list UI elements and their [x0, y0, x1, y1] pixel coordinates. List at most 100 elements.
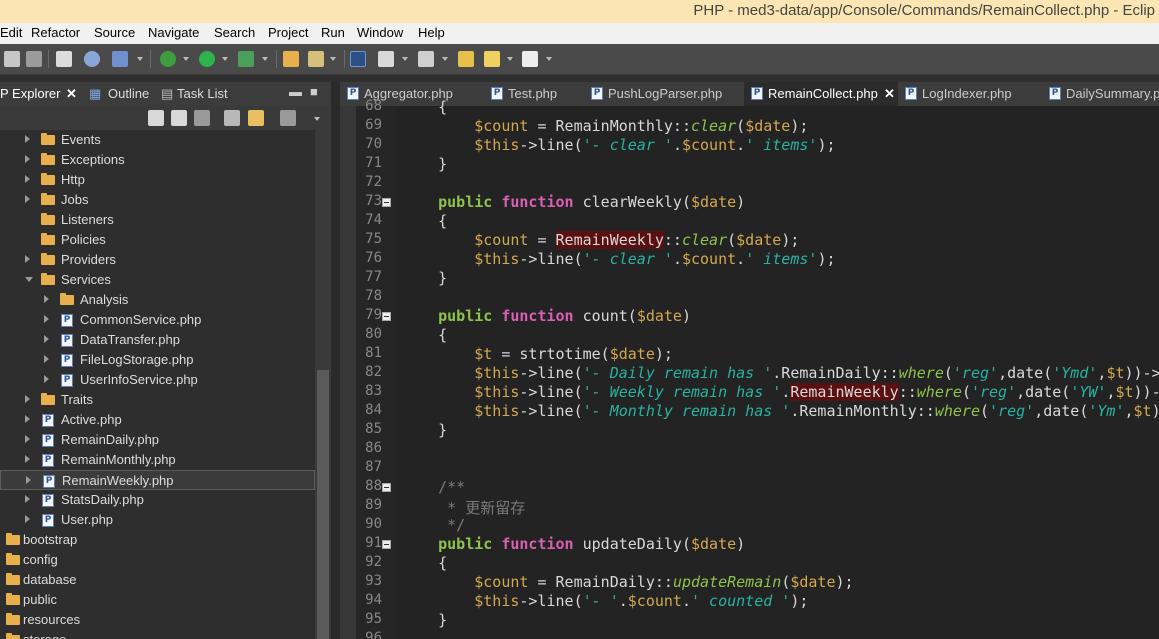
chevron-down-icon[interactable]: [442, 57, 448, 61]
collapsed-arrow-icon[interactable]: [25, 455, 30, 463]
chevron-down-icon[interactable]: [314, 117, 320, 121]
tree-item[interactable]: P RemainMonthly.php: [0, 450, 315, 470]
maximize-icon[interactable]: ■: [310, 84, 318, 99]
fold-toggle-icon[interactable]: [382, 198, 391, 207]
collapsed-arrow-icon[interactable]: [44, 375, 49, 383]
collapsed-arrow-icon[interactable]: [44, 295, 49, 303]
collapsed-arrow-icon[interactable]: [25, 495, 30, 503]
editor-tab[interactable]: P Test.php: [484, 82, 578, 106]
collapsed-arrow-icon[interactable]: [44, 335, 49, 343]
tree-item[interactable]: Jobs: [0, 190, 315, 210]
chevron-down-icon[interactable]: [262, 57, 268, 61]
debug-target-icon[interactable]: [112, 51, 128, 67]
collapsed-arrow-icon[interactable]: [25, 415, 30, 423]
external-tools-icon[interactable]: [238, 51, 254, 67]
collapsed-arrow-icon[interactable]: [25, 135, 30, 143]
tree-item[interactable]: P UserInfoService.php: [0, 370, 315, 390]
debug-icon[interactable]: [160, 51, 176, 67]
editor-tab[interactable]: P RemainCollect.php ✕: [744, 82, 898, 106]
tree-item[interactable]: P FileLogStorage.php: [0, 350, 315, 370]
back-icon[interactable]: [484, 51, 500, 67]
tree-item[interactable]: Exceptions: [0, 150, 315, 170]
skip-breakpoints-icon[interactable]: [84, 51, 100, 67]
save-all-icon[interactable]: [26, 51, 42, 67]
tree-item[interactable]: database: [0, 570, 315, 590]
tree-item[interactable]: P RemainDaily.php: [0, 430, 315, 450]
chevron-down-icon[interactable]: [137, 57, 143, 61]
menu-help[interactable]: Help: [418, 25, 445, 40]
tree-item[interactable]: P User.php: [0, 510, 315, 530]
explorer-scrollbar[interactable]: [315, 130, 331, 639]
tree-item[interactable]: Events: [0, 130, 315, 150]
chevron-down-icon[interactable]: [183, 57, 189, 61]
tree-item[interactable]: Http: [0, 170, 315, 190]
expanded-arrow-icon[interactable]: [25, 277, 33, 282]
collapsed-arrow-icon[interactable]: [25, 395, 30, 403]
editor-tab[interactable]: P PushLogParser.php: [584, 82, 738, 106]
menu-project[interactable]: Project: [268, 25, 308, 40]
fold-toggle-icon[interactable]: [382, 540, 391, 549]
menu-source[interactable]: Source: [94, 25, 135, 40]
menu-search[interactable]: Search: [214, 25, 255, 40]
tree-item[interactable]: Listeners: [0, 210, 315, 230]
collapsed-arrow-icon[interactable]: [25, 435, 30, 443]
tree-item[interactable]: P DataTransfer.php: [0, 330, 315, 350]
minimize-icon[interactable]: ▬: [289, 84, 302, 99]
next-annotation-icon[interactable]: [418, 51, 434, 67]
mark-occurrences-icon[interactable]: [350, 51, 366, 67]
forward-icon[interactable]: [171, 110, 187, 126]
collapsed-arrow-icon[interactable]: [25, 155, 30, 163]
open-folder-icon[interactable]: [283, 51, 299, 67]
panel-splitter[interactable]: [331, 82, 340, 639]
chevron-down-icon[interactable]: [222, 57, 228, 61]
collapse-all-icon[interactable]: [224, 110, 240, 126]
link-with-editor-icon[interactable]: [248, 110, 264, 126]
tree-item[interactable]: P StatsDaily.php: [0, 490, 315, 510]
menu-edit[interactable]: Edit: [0, 25, 22, 40]
fold-toggle-icon[interactable]: [382, 483, 391, 492]
collapsed-arrow-icon[interactable]: [26, 476, 31, 484]
collapsed-arrow-icon[interactable]: [25, 195, 30, 203]
menu-window[interactable]: Window: [357, 25, 403, 40]
tab-outline[interactable]: Outline: [108, 86, 149, 101]
chevron-down-icon[interactable]: [546, 57, 552, 61]
tree-item[interactable]: Analysis: [0, 290, 315, 310]
chevron-down-icon[interactable]: [507, 57, 513, 61]
menu-navigate[interactable]: Navigate: [148, 25, 199, 40]
view-menu-icon[interactable]: [280, 110, 296, 126]
print-icon[interactable]: [56, 51, 72, 67]
tree-item[interactable]: config: [0, 550, 315, 570]
tree-item[interactable]: P Active.php: [0, 410, 315, 430]
forward-icon[interactable]: [522, 51, 538, 67]
close-icon[interactable]: ✕: [66, 86, 77, 102]
tree-item[interactable]: public: [0, 590, 315, 610]
chevron-down-icon[interactable]: [402, 57, 408, 61]
tab-task-list[interactable]: Task List: [177, 86, 228, 101]
annotation-icon[interactable]: [378, 51, 394, 67]
fold-toggle-icon[interactable]: [382, 312, 391, 321]
up-icon[interactable]: [194, 110, 210, 126]
tree-item[interactable]: P CommonService.php: [0, 310, 315, 330]
menu-refactor[interactable]: Refactor: [31, 25, 80, 40]
tree-item[interactable]: storage: [0, 630, 315, 639]
tree-item[interactable]: Traits: [0, 390, 315, 410]
run-icon[interactable]: [199, 51, 215, 67]
editor-tab[interactable]: P DailySummary.php: [1042, 82, 1159, 106]
back-icon[interactable]: [148, 110, 164, 126]
brush-icon[interactable]: [308, 51, 324, 67]
collapsed-arrow-icon[interactable]: [25, 255, 30, 263]
tree-item[interactable]: Policies: [0, 230, 315, 250]
save-icon[interactable]: [4, 51, 20, 67]
tree-item[interactable]: P RemainWeekly.php: [0, 470, 315, 490]
collapsed-arrow-icon[interactable]: [25, 515, 30, 523]
tree-item[interactable]: Providers: [0, 250, 315, 270]
collapsed-arrow-icon[interactable]: [44, 355, 49, 363]
scrollbar-thumb[interactable]: [317, 370, 329, 639]
last-edit-icon[interactable]: [458, 51, 474, 67]
tree-item[interactable]: resources: [0, 610, 315, 630]
chevron-down-icon[interactable]: [330, 57, 336, 61]
editor-tab[interactable]: P LogIndexer.php: [898, 82, 1036, 106]
tree-item[interactable]: bootstrap: [0, 530, 315, 550]
close-icon[interactable]: ✕: [884, 86, 895, 102]
menu-run[interactable]: Run: [321, 25, 345, 40]
